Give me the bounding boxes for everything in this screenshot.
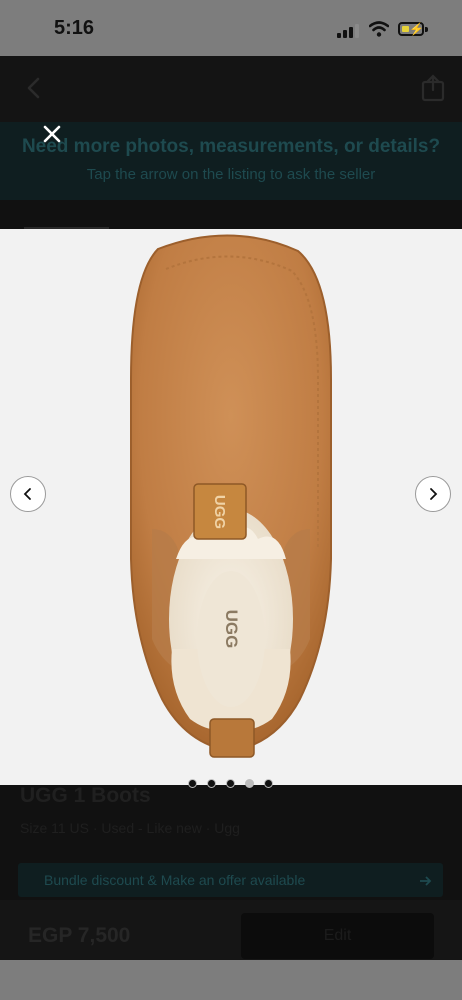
product-title: UGG 1 Boots [20, 784, 151, 807]
next-image-button[interactable] [415, 476, 451, 512]
previous-image-button[interactable] [10, 476, 46, 512]
wifi-icon [369, 21, 389, 37]
offer-text: Bundle discount & Make an offer availabl… [44, 872, 306, 888]
image-viewer[interactable]: UGG UGG [0, 229, 462, 785]
banner-title: Need more photos, measurements, or detai… [21, 136, 441, 157]
edit-button-label: Edit [323, 927, 352, 944]
page-dot[interactable] [226, 779, 235, 788]
arrow-icon [420, 876, 432, 886]
status-bar: 5:16 ⚡ [0, 0, 462, 56]
page-dot-active[interactable] [245, 779, 254, 788]
svg-text:UGG: UGG [222, 610, 241, 649]
edit-button[interactable]: Edit [241, 913, 434, 959]
home-indicator-area [0, 960, 462, 1000]
page-dot[interactable] [188, 779, 197, 788]
page-dot[interactable] [207, 779, 216, 788]
chevron-left-icon [23, 488, 31, 500]
svg-text:UGG: UGG [211, 495, 228, 529]
back-arrow-icon[interactable] [22, 76, 46, 100]
battery-icon: ⚡ [398, 22, 424, 36]
chevron-right-icon [430, 488, 438, 500]
product-meta: Size 11 US · Used - Like new · Ugg [20, 820, 240, 836]
top-bar [0, 56, 462, 122]
image-pagination [188, 779, 278, 789]
cellular-signal-icon [337, 24, 361, 38]
info-banner: Need more photos, measurements, or detai… [0, 122, 462, 200]
offer-banner[interactable]: Bundle discount & Make an offer availabl… [18, 863, 443, 897]
banner-subtitle: Tap the arrow on the listing to ask the … [86, 166, 376, 183]
share-icon[interactable] [420, 74, 446, 102]
status-time: 5:16 [54, 17, 95, 39]
product-photo: UGG UGG [130, 234, 332, 758]
close-icon[interactable] [40, 122, 64, 146]
page-dot[interactable] [264, 779, 273, 788]
battery-tip [425, 27, 428, 32]
product-price: EGP 7,500 [28, 924, 131, 947]
